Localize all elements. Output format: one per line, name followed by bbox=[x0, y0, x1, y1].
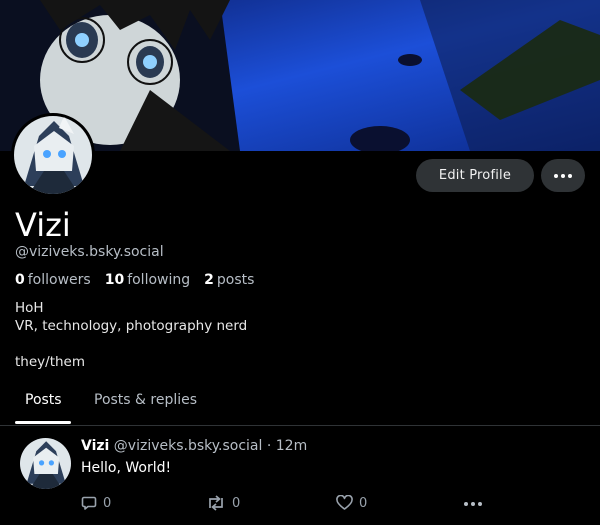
posts-stat: 2 posts bbox=[204, 272, 254, 288]
following-label: following bbox=[127, 272, 191, 288]
following-stat[interactable]: 10 following bbox=[105, 272, 190, 288]
like-count: 0 bbox=[359, 495, 368, 511]
posts-count: 2 bbox=[204, 272, 214, 288]
avatar-image bbox=[14, 116, 92, 194]
feed-post[interactable]: Vizi @viziveks.bsky.social · 12m Hello, … bbox=[0, 427, 600, 525]
post-header: Vizi @viziveks.bsky.social · 12m bbox=[81, 438, 307, 454]
followers-count: 0 bbox=[15, 272, 25, 288]
more-horizontal-icon bbox=[554, 173, 572, 178]
edit-profile-label: Edit Profile bbox=[438, 168, 512, 183]
bio-line: VR, technology, photography nerd bbox=[15, 318, 248, 334]
bio-line: they/them bbox=[15, 354, 85, 370]
repost-arrows-icon bbox=[209, 495, 223, 511]
followers-label: followers bbox=[27, 272, 91, 288]
post-author-name[interactable]: Vizi bbox=[81, 438, 109, 454]
post-author-handle[interactable]: @viziveks.bsky.social bbox=[114, 438, 263, 454]
post-separator: · bbox=[266, 438, 272, 454]
followers-stat[interactable]: 0 followers bbox=[15, 272, 91, 288]
active-tab-indicator bbox=[15, 421, 71, 424]
speech-bubble-icon bbox=[81, 496, 97, 510]
repost-count: 0 bbox=[232, 495, 241, 511]
reply-button[interactable]: 0 bbox=[81, 495, 111, 511]
tab-posts[interactable]: Posts bbox=[25, 392, 62, 408]
repost-button[interactable]: 0 bbox=[206, 495, 240, 511]
banner-image bbox=[0, 0, 600, 151]
following-count: 10 bbox=[104, 272, 125, 288]
post-more-button[interactable] bbox=[464, 495, 482, 513]
bio-line: HoH bbox=[15, 300, 44, 316]
profile-handle: @viziveks.bsky.social bbox=[15, 244, 164, 260]
edit-profile-button[interactable]: Edit Profile bbox=[416, 159, 534, 192]
profile-avatar[interactable] bbox=[11, 113, 95, 197]
profile-bio: HoH VR, technology, photography nerd the… bbox=[15, 299, 247, 371]
display-name: Vizi bbox=[15, 206, 71, 244]
post-timestamp[interactable]: 12m bbox=[276, 438, 307, 454]
reply-count: 0 bbox=[103, 495, 112, 511]
bio-line bbox=[15, 335, 247, 353]
post-text: Hello, World! bbox=[81, 460, 172, 476]
profile-tabs: Posts Posts & replies bbox=[0, 386, 600, 426]
profile-stats: 0 followers 10 following 2 posts bbox=[15, 272, 268, 288]
heart-icon bbox=[336, 495, 353, 510]
more-horizontal-icon bbox=[464, 502, 482, 506]
like-button[interactable]: 0 bbox=[336, 495, 367, 511]
tab-posts-and-replies[interactable]: Posts & replies bbox=[94, 392, 197, 408]
profile-banner[interactable] bbox=[0, 0, 600, 151]
post-author-avatar[interactable] bbox=[20, 438, 71, 489]
profile-more-button[interactable] bbox=[541, 159, 585, 192]
avatar-image bbox=[20, 438, 71, 489]
posts-label: posts bbox=[216, 272, 255, 288]
